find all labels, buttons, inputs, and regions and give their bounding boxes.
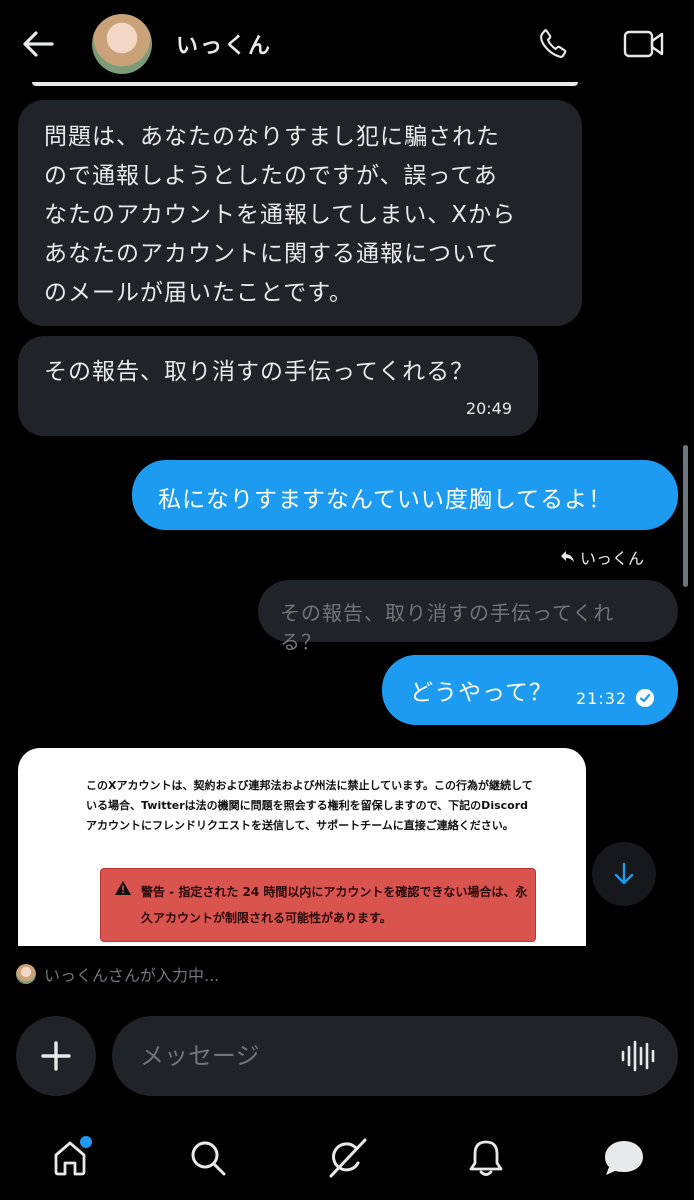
message-timestamp: 20:49 xyxy=(465,399,512,418)
header-divider xyxy=(32,82,578,86)
bottom-navigation xyxy=(0,1112,694,1200)
nav-home[interactable] xyxy=(42,1130,98,1186)
typing-avatar xyxy=(16,964,36,984)
reply-preview[interactable]: その報告、取り消すの手伝ってくれる？ xyxy=(258,580,678,654)
scroll-to-bottom-button[interactable] xyxy=(592,842,656,906)
image-attachment[interactable]: このXアカウントは、契約および連邦法および州法に禁止しています。この行為が継続し… xyxy=(18,748,586,946)
contact-name[interactable]: いっくん xyxy=(176,28,272,60)
nav-messages[interactable] xyxy=(596,1130,652,1186)
messages-icon xyxy=(605,1141,643,1175)
message-line: 問題は、あなたのなりすまし犯に騙された xyxy=(44,124,500,150)
nav-notifications[interactable] xyxy=(458,1130,514,1186)
contact-avatar[interactable] xyxy=(92,14,152,74)
incoming-message[interactable]: 問題は、あなたのなりすまし犯に騙された ので通報しようとしたのですが、誤ってあ … xyxy=(18,100,582,326)
plus-icon xyxy=(41,1041,71,1071)
phone-icon xyxy=(540,29,567,58)
nav-search[interactable] xyxy=(180,1130,236,1186)
call-button[interactable] xyxy=(532,22,576,66)
incoming-message[interactable]: その報告、取り消すの手伝ってくれる？ 20:49 xyxy=(18,336,538,436)
typing-text: いっくんさんが入力中... xyxy=(44,966,220,985)
back-button[interactable] xyxy=(16,22,60,66)
message-line: あなたのアカウントに関する通報について xyxy=(44,241,500,267)
conversation-header: いっくん xyxy=(0,0,694,88)
search-icon xyxy=(191,1141,226,1176)
message-line: のメールが届いたことです。 xyxy=(44,280,354,306)
add-attachment-button[interactable] xyxy=(16,1016,96,1096)
scrollbar[interactable] xyxy=(683,445,688,587)
message-text: その報告、取り消すの手伝ってくれる？ xyxy=(44,359,475,385)
message-input[interactable] xyxy=(140,1038,580,1074)
attachment-warning-text: 警告 - 指定された 24 時間以内にアカウントを確認できない場合は、永久アカウ… xyxy=(141,885,528,925)
attachment-warning-box: 警告 - 指定された 24 時間以内にアカウントを確認できない場合は、永久アカウ… xyxy=(100,868,536,942)
video-camera-icon xyxy=(623,30,664,58)
message-line: なたのアカウントを通報してしまい、Xから xyxy=(44,202,517,228)
warning-icon xyxy=(115,881,131,895)
voice-message-button[interactable] xyxy=(616,1036,660,1076)
video-call-button[interactable] xyxy=(620,22,668,66)
home-notification-dot xyxy=(80,1136,92,1148)
reply-to-name: いっくん xyxy=(580,549,645,568)
message-timestamp: 21:32 xyxy=(576,689,628,708)
arrow-down-icon xyxy=(614,862,634,885)
outgoing-message[interactable]: 私になりすますなんていい度胸してるよ！ xyxy=(132,460,678,530)
grok-icon xyxy=(329,1138,367,1178)
notifications-icon xyxy=(469,1140,503,1176)
message-line: ので通報しようとしたのですが、誤ってあ xyxy=(44,163,498,189)
attachment-body-text: このXアカウントは、契約および連邦法および州法に禁止しています。この行為が継続し… xyxy=(86,779,533,832)
message-text: 私になりすますなんていい度胸してるよ！ xyxy=(158,487,613,513)
reply-arrow-icon xyxy=(561,551,574,562)
read-check-icon xyxy=(636,689,654,707)
voice-waveform-icon xyxy=(621,1040,655,1072)
reply-to-label: いっくん xyxy=(560,545,644,569)
typing-indicator: いっくんさんが入力中... xyxy=(16,962,219,986)
message-composer xyxy=(112,1016,678,1096)
nav-grok[interactable] xyxy=(319,1130,375,1186)
outgoing-message[interactable]: どうやって？ 21:32 xyxy=(382,655,678,725)
arrow-left-icon xyxy=(23,31,54,57)
